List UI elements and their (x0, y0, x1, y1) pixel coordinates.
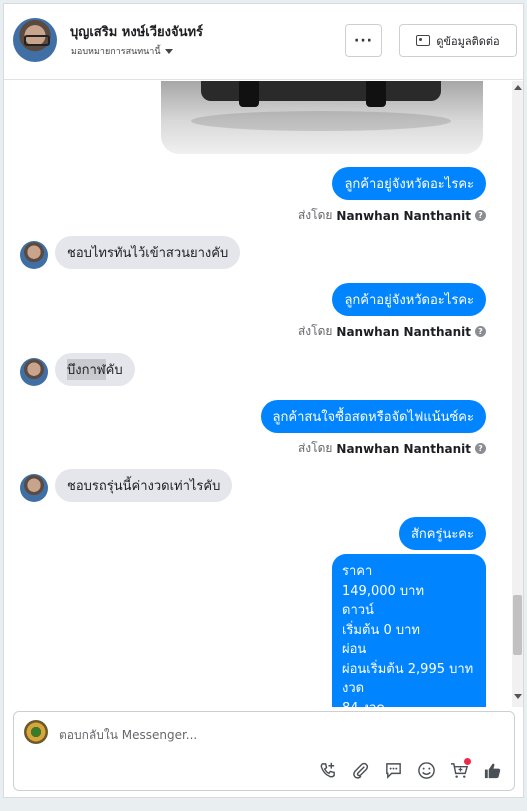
saved-reply-icon[interactable] (384, 761, 403, 780)
price-line: งวด (342, 681, 365, 696)
cart-icon[interactable] (450, 758, 471, 780)
more-options-button[interactable]: ··· (345, 24, 382, 57)
price-line: ผ่อน (342, 642, 367, 657)
scroll-down-icon[interactable] (514, 694, 522, 699)
scrollbar[interactable] (512, 81, 523, 707)
sent-by: ส่งโดย Nanwhan Nanthanit ? (298, 322, 486, 341)
reply-input[interactable]: ตอบกลับใน Messenger... (59, 726, 197, 745)
notification-badge (464, 758, 471, 765)
outgoing-message[interactable]: ลูกค้าอยู่จังหวัดอะไรคะ (332, 167, 486, 200)
car-wheel (366, 81, 386, 107)
contact-avatar[interactable] (13, 18, 57, 62)
car-body (201, 81, 441, 101)
contact-card-icon (416, 35, 431, 46)
sent-by-prefix: ส่งโดย (297, 208, 333, 222)
sent-by-name: Nanwhan Nanthanit (336, 208, 471, 223)
sent-by-name: Nanwhan Nanthanit (336, 441, 471, 456)
car-photo[interactable] (161, 81, 483, 154)
assign-label: มอบหมายการสนทนานี้ (71, 47, 161, 57)
conversation-panel: บุญเสริม หงษ์เวียงจันทร์ มอบหมายการสนทนา… (3, 3, 524, 798)
thumbs-up-icon[interactable] (483, 761, 502, 780)
outgoing-message[interactable]: สักครู่นะคะ (398, 517, 486, 550)
price-message[interactable]: ราคา 149,000 บาท ดาวน์ เริ่มต้น 0 บาท ผ่… (332, 554, 486, 707)
price-line: 84 งวด (342, 699, 476, 708)
conversation-header: บุญเสริม หงษ์เวียงจันทร์ มอบหมายการสนทนา… (4, 4, 523, 80)
caret-down-icon (164, 48, 173, 54)
price-line: เริ่มต้น 0 บาท (342, 622, 420, 638)
scrollbar-thumb[interactable] (513, 595, 522, 655)
car-shadow (191, 111, 451, 131)
incoming-message[interactable]: ชอบไทรทันไว้เข้าสวนยางคับ (55, 236, 241, 269)
help-icon[interactable]: ? (475, 443, 486, 454)
sender-avatar (20, 474, 48, 502)
scroll-up-icon[interactable] (514, 85, 522, 90)
price-line: ดาวน์ (342, 603, 374, 618)
view-contact-button[interactable]: ดูข้อมูลติดต่อ (399, 24, 517, 57)
page-avatar (24, 720, 48, 744)
message-composer[interactable]: ตอบกลับใน Messenger... (13, 711, 515, 791)
sender-avatar (20, 241, 48, 269)
outgoing-message[interactable]: ลูกค้าอยู่จังหวัดอะไรคะ (332, 283, 486, 316)
outgoing-message[interactable]: ลูกค้าสนใจซื้อสดหรือจัดไฟแน้นซ์คะ (260, 400, 486, 433)
assign-conversation[interactable]: มอบหมายการสนทนานี้ (71, 44, 173, 58)
sent-by-prefix: ส่งโดย (297, 441, 333, 455)
emoji-icon[interactable] (417, 761, 436, 780)
phone-plus-icon[interactable] (318, 761, 337, 780)
price-line: 149,000 บาท (342, 583, 425, 599)
message-text: คับ (105, 363, 123, 378)
sent-by-name: Nanwhan Nanthanit (336, 324, 471, 339)
price-line: ราคา (342, 564, 373, 579)
view-contact-label: ดูข้อมูลติดต่อ (436, 34, 500, 48)
car-wheel (239, 81, 259, 107)
price-line: ผ่อนเริ่มต้น 2,995 บาท (342, 661, 474, 677)
contact-name[interactable]: บุญเสริม หงษ์เวียงจันทร์ (70, 21, 203, 42)
composer-toolbar (318, 758, 502, 780)
incoming-message[interactable]: บึงกาฬ คับ (55, 353, 135, 386)
paperclip-icon[interactable] (351, 761, 370, 780)
help-icon[interactable]: ? (475, 326, 486, 337)
highlighted-text: บึงกาฬ (67, 359, 106, 380)
app-frame: บุญเสริม หงษ์เวียงจันทร์ มอบหมายการสนทนา… (0, 0, 527, 811)
sent-by: ส่งโดย Nanwhan Nanthanit ? (298, 206, 486, 225)
incoming-message[interactable]: ชอบรถรุ่นนี้ค่างวดเท่าไรคับ (55, 469, 233, 502)
sent-by-prefix: ส่งโดย (297, 324, 333, 338)
sender-avatar (20, 358, 48, 386)
sent-by: ส่งโดย Nanwhan Nanthanit ? (298, 439, 486, 458)
help-icon[interactable]: ? (475, 210, 486, 221)
message-list[interactable]: ลูกค้าอยู่จังหวัดอะไรคะ ส่งโดย Nanwhan N… (4, 81, 523, 707)
